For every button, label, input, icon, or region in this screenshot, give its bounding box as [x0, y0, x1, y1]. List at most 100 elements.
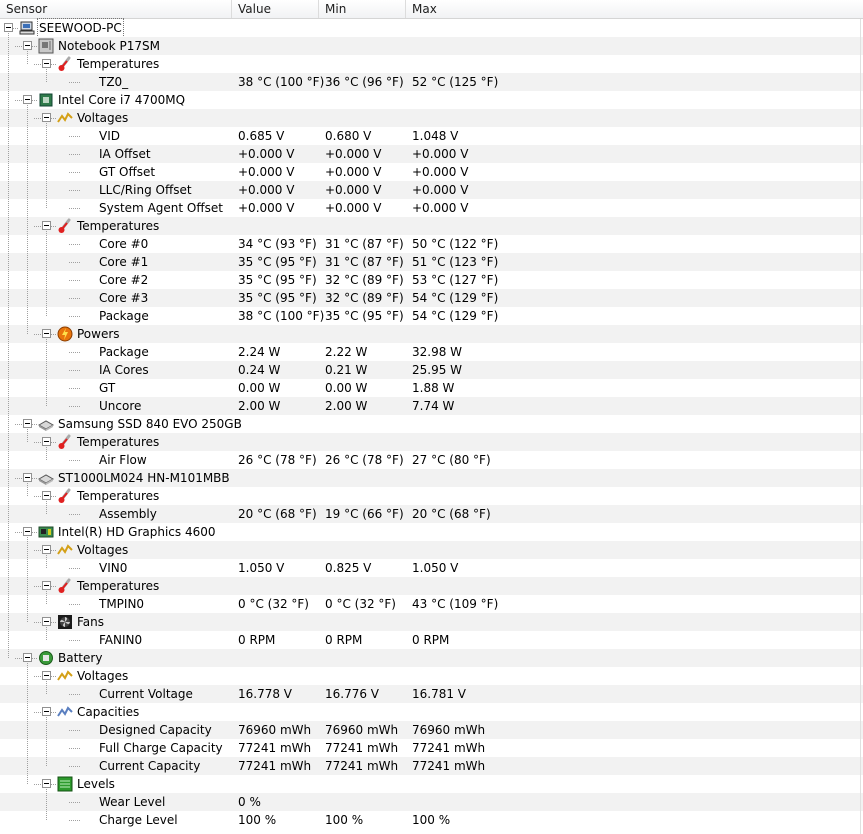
collapse-toggle-icon[interactable] — [42, 581, 51, 590]
sensor-column-header[interactable]: Sensor — [0, 0, 232, 18]
cpu-icon — [38, 92, 54, 108]
sensor-row[interactable]: Current Capacity 77241 mWh 77241 mWh 77241 … — [0, 757, 863, 775]
tree-node[interactable]: Voltages — [0, 541, 863, 559]
tree-node[interactable]: Voltages — [0, 667, 863, 685]
tree-connector — [46, 627, 47, 640]
tree-node[interactable]: Temperatures — [0, 487, 863, 505]
sensor-row[interactable]: Package 2.24 W 2.22 W 32.98 W — [0, 343, 863, 361]
sensor-value: 38 °C (100 °F) — [238, 75, 325, 89]
sensor-row[interactable]: Core #2 35 °C (95 °F) 32 °C (89 °F) 53 °C (… — [0, 271, 863, 289]
sensor-row[interactable]: Assembly 20 °C (68 °F) 19 °C (66 °F) 20 °C … — [0, 505, 863, 523]
tree-node[interactable]: Temperatures — [0, 55, 863, 73]
collapse-toggle-icon[interactable] — [42, 491, 51, 500]
collapse-toggle-icon[interactable] — [23, 95, 32, 104]
sensor-row[interactable]: Designed Capacity 76960 mWh 76960 mWh 76960… — [0, 721, 863, 739]
tree-connector — [69, 136, 80, 137]
sensor-row[interactable]: Package 38 °C (100 °F) 35 °C (95 °F) 54 °C … — [0, 307, 863, 325]
tree-connector — [69, 172, 80, 173]
min-column-header[interactable]: Min — [319, 0, 406, 18]
tree-connector — [51, 442, 56, 443]
sensor-row[interactable]: Charge Level 100 % 100 % 100 % — [0, 811, 863, 829]
sensor-row[interactable]: LLC/Ring Offset +0.000 V +0.000 V +0.000 V — [0, 181, 863, 199]
sensor-row[interactable]: GT 0.00 W 0.00 W 1.88 W — [0, 379, 863, 397]
sensor-max: +0.000 V — [412, 201, 469, 215]
sensor-label: IA Offset — [99, 147, 151, 161]
collapse-toggle-icon[interactable] — [42, 221, 51, 230]
tree-connector — [46, 789, 47, 820]
tree-node[interactable]: Temperatures — [0, 433, 863, 451]
sensor-row[interactable]: TZ0_ 38 °C (100 °F) 36 °C (96 °F) 52 °C (12… — [0, 73, 863, 91]
tree-node[interactable]: Intel Core i7 4700MQ — [0, 91, 863, 109]
tree-node[interactable]: Temperatures — [0, 577, 863, 595]
collapse-toggle-icon[interactable] — [4, 23, 13, 32]
collapse-toggle-icon[interactable] — [42, 59, 51, 68]
tree-connector — [69, 388, 80, 389]
sensor-row[interactable]: System Agent Offset +0.000 V +0.000 V +0.00… — [0, 199, 863, 217]
collapse-toggle-icon[interactable] — [42, 437, 51, 446]
tree-connector — [69, 316, 80, 317]
sensor-max: 52 °C (125 °F) — [412, 75, 499, 89]
sensor-row[interactable]: Full Charge Capacity 77241 mWh 77241 mWh 77… — [0, 739, 863, 757]
sensor-value: 76960 mWh — [238, 723, 312, 737]
tree-connector — [15, 532, 22, 533]
sensor-label: Battery — [58, 651, 103, 665]
tree-node[interactable]: ST1000LM024 HN-M101MBB — [0, 469, 863, 487]
collapse-toggle-icon[interactable] — [23, 41, 32, 50]
tree-node[interactable]: SEEWOOD-PC — [0, 18, 863, 38]
sensor-row[interactable]: IA Offset +0.000 V +0.000 V +0.000 V — [0, 145, 863, 163]
collapse-toggle-icon[interactable] — [23, 653, 32, 662]
sensor-row[interactable]: Air Flow 26 °C (78 °F) 26 °C (78 °F) 27 °C … — [0, 451, 863, 469]
sensor-row[interactable]: Core #1 35 °C (95 °F) 31 °C (87 °F) 51 °C (… — [0, 253, 863, 271]
collapse-toggle-icon[interactable] — [42, 545, 51, 554]
sensor-row[interactable]: IA Cores 0.24 W 0.21 W 25.95 W — [0, 361, 863, 379]
collapse-toggle-icon[interactable] — [42, 707, 51, 716]
tree-connector — [69, 298, 80, 299]
collapse-toggle-icon[interactable] — [42, 617, 51, 626]
sensor-min: 2.00 W — [325, 399, 368, 413]
tree-node[interactable]: Intel(R) HD Graphics 4600 — [0, 523, 863, 541]
sensor-row[interactable]: Wear Level 0 % — [0, 793, 863, 811]
sensor-value: 38 °C (100 °F) — [238, 309, 325, 323]
sensor-label: TZ0_ — [99, 75, 129, 89]
tree-node[interactable]: Fans — [0, 613, 863, 631]
sensor-label: Package — [99, 309, 149, 323]
tree-connector — [34, 676, 41, 677]
collapse-toggle-icon[interactable] — [42, 113, 51, 122]
collapse-toggle-icon[interactable] — [42, 671, 51, 680]
tree-node[interactable]: Voltages — [0, 109, 863, 127]
sensor-row[interactable]: Core #0 34 °C (93 °F) 31 °C (87 °F) 50 °C (… — [0, 235, 863, 253]
sensor-row[interactable]: Current Voltage 16.778 V 16.776 V 16.781 V — [0, 685, 863, 703]
sensor-row[interactable]: GT Offset +0.000 V +0.000 V +0.000 V — [0, 163, 863, 181]
collapse-toggle-icon[interactable] — [42, 329, 51, 338]
sensor-row[interactable]: FANIN0 0 RPM 0 RPM 0 RPM — [0, 631, 863, 649]
tree-node[interactable]: Temperatures — [0, 217, 863, 235]
tree-connector — [51, 226, 56, 227]
tree-node[interactable]: Battery — [0, 649, 863, 667]
tree-connector — [51, 334, 56, 335]
sensor-value: 35 °C (95 °F) — [238, 291, 317, 305]
value-column-header[interactable]: Value — [232, 0, 319, 18]
max-column-header[interactable]: Max — [406, 0, 863, 18]
tree-node[interactable]: Notebook P17SM — [0, 37, 863, 55]
sensor-row[interactable]: Core #3 35 °C (95 °F) 32 °C (89 °F) 54 °C (… — [0, 289, 863, 307]
battery-icon — [38, 650, 54, 666]
sensor-row[interactable]: Uncore 2.00 W 2.00 W 7.74 W — [0, 397, 863, 415]
sensor-row[interactable]: VIN0 1.050 V 0.825 V 1.050 V — [0, 559, 863, 577]
sensor-max: 51 °C (123 °F) — [412, 255, 499, 269]
tree-connector — [15, 658, 22, 659]
sensor-row[interactable]: VID 0.685 V 0.680 V 1.048 V — [0, 127, 863, 145]
tree-node[interactable]: Samsung SSD 840 EVO 250GB — [0, 415, 863, 433]
sensor-max: 77241 mWh — [412, 741, 486, 755]
sensor-label: Intel(R) HD Graphics 4600 — [58, 525, 216, 539]
tree-node[interactable]: Capacities — [0, 703, 863, 721]
collapse-toggle-icon[interactable] — [23, 473, 32, 482]
tree-node[interactable]: Powers — [0, 325, 863, 343]
collapse-toggle-icon[interactable] — [42, 779, 51, 788]
collapse-toggle-icon[interactable] — [23, 527, 32, 536]
tree-node[interactable]: Levels — [0, 775, 863, 793]
sensor-row[interactable]: TMPIN0 0 °C (32 °F) 0 °C (32 °F) 43 °C (109… — [0, 595, 863, 613]
tree-connector — [34, 622, 41, 623]
sensor-value: 20 °C (68 °F) — [238, 507, 317, 521]
tree-connector — [34, 226, 41, 227]
collapse-toggle-icon[interactable] — [23, 419, 32, 428]
